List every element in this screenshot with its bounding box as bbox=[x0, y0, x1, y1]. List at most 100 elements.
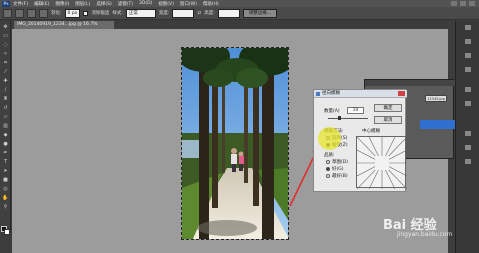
paths-panel-icon bbox=[465, 159, 471, 164]
history-brush-icon[interactable]: ↺ bbox=[2, 105, 9, 111]
healing-brush-icon[interactable]: ✚ bbox=[2, 78, 9, 84]
quality-label: 品质: bbox=[324, 153, 335, 158]
options-bar: 羽化: 0 px 消除锯齿 样式: 正常 宽度: ⇄ 高度: 调整边缘... bbox=[0, 7, 479, 20]
good-radio-label: 好(G) bbox=[332, 167, 344, 172]
dock-button-1[interactable] bbox=[458, 25, 478, 36]
style-select[interactable]: 正常 bbox=[125, 8, 156, 18]
history-panel-icon bbox=[465, 87, 471, 92]
draft-radio[interactable] bbox=[326, 160, 330, 164]
document-tab[interactable]: IMG_20140919_1234...jpg @ 16.7%(RGB/8) bbox=[14, 21, 114, 35]
blur-center-preview[interactable] bbox=[356, 136, 408, 190]
watermark-url: jingyan.baidu.com bbox=[397, 231, 453, 238]
photo-canvas[interactable] bbox=[181, 47, 289, 240]
layers-panel-header[interactable] bbox=[365, 80, 455, 86]
path-select-icon[interactable]: ➤ bbox=[2, 168, 9, 174]
pen-icon[interactable]: ✒ bbox=[2, 150, 9, 156]
amount-label: 数量(A) bbox=[324, 109, 340, 114]
style-label: 样式: bbox=[112, 11, 123, 16]
dodge-icon[interactable]: ● bbox=[2, 141, 9, 147]
antialias-label: 消除锯齿 bbox=[91, 11, 110, 16]
move-icon[interactable]: ✥ bbox=[2, 24, 9, 30]
feather-label: 羽化: bbox=[51, 11, 62, 16]
menu-bar: Ps 文件(F) 编辑(E) 图像(I) 图层(L) 选择(S) 滤镜(T) 3… bbox=[0, 0, 479, 7]
menu-view[interactable]: 视图(V) bbox=[158, 1, 174, 7]
dialog-title: 径向模糊 bbox=[322, 91, 340, 96]
zoom-preview-icon bbox=[356, 136, 408, 190]
menu-layer[interactable]: 图层(L) bbox=[75, 1, 90, 7]
best-radio-label: 最好(B) bbox=[332, 174, 348, 179]
zoom-icon[interactable]: ⚲ bbox=[2, 204, 9, 210]
background-color-swatch[interactable] bbox=[4, 229, 10, 235]
new-selection-icon[interactable] bbox=[15, 8, 24, 18]
menu-select[interactable]: 选择(S) bbox=[96, 1, 111, 7]
lasso-icon[interactable]: ◌ bbox=[2, 42, 9, 48]
feather-input[interactable]: 0 px bbox=[64, 8, 81, 18]
dock-button-5[interactable] bbox=[458, 87, 478, 98]
dock-button-7[interactable] bbox=[458, 131, 478, 142]
rectangle-marquee-icon[interactable]: ▭ bbox=[2, 33, 9, 39]
rectangle-marquee-icon[interactable] bbox=[3, 8, 12, 18]
dialog-title-bar[interactable]: 径向模糊 bbox=[314, 90, 407, 98]
dock-button-8[interactable] bbox=[458, 145, 478, 156]
eraser-icon[interactable]: ▱ bbox=[2, 114, 9, 120]
good-radio[interactable] bbox=[326, 167, 330, 171]
3d-rotate-icon[interactable]: ◎ bbox=[2, 186, 9, 192]
magic-wand-icon[interactable]: ✧ bbox=[2, 51, 9, 57]
eyedropper-icon[interactable]: ⁄ bbox=[2, 69, 9, 75]
swap-icon[interactable]: ⇄ bbox=[197, 11, 201, 16]
highlight-circle bbox=[318, 127, 341, 150]
menu-window[interactable]: 窗口(W) bbox=[180, 1, 197, 7]
panel-dock bbox=[455, 21, 479, 253]
width-input[interactable] bbox=[172, 8, 195, 18]
brush-icon[interactable]: ∕ bbox=[2, 87, 9, 93]
crop-icon[interactable]: ⌗ bbox=[2, 60, 9, 66]
window-controls bbox=[451, 1, 475, 6]
actions-panel-icon bbox=[465, 101, 471, 106]
menu-3d[interactable]: 3D(D) bbox=[139, 1, 152, 6]
height-input[interactable] bbox=[217, 8, 240, 18]
blur-center-label: 中心模糊 bbox=[362, 129, 380, 134]
type-icon[interactable]: T bbox=[2, 159, 9, 165]
width-label: 宽度: bbox=[158, 11, 170, 16]
maximize-icon[interactable] bbox=[460, 1, 466, 6]
height-label: 高度: bbox=[204, 11, 215, 16]
antialias-checkbox[interactable] bbox=[83, 10, 89, 16]
dock-button-2[interactable] bbox=[458, 39, 478, 50]
swatches-panel-icon bbox=[465, 39, 471, 44]
cancel-button[interactable]: 取消 bbox=[374, 116, 402, 124]
ok-button[interactable]: 确定 bbox=[374, 104, 402, 112]
layer-row-selected[interactable] bbox=[420, 120, 455, 129]
layers-panel-icon bbox=[465, 131, 471, 136]
best-radio[interactable] bbox=[326, 174, 330, 178]
blur-icon[interactable]: ◆ bbox=[2, 132, 9, 138]
dialog-close-icon[interactable] bbox=[398, 91, 405, 96]
close-icon[interactable] bbox=[469, 1, 475, 6]
subtract-selection-icon[interactable] bbox=[39, 8, 48, 18]
menu-image[interactable]: 图像(I) bbox=[55, 1, 69, 7]
amount-slider-track bbox=[328, 118, 368, 119]
quality-good-option[interactable]: 好(G) bbox=[326, 166, 344, 172]
hand-icon[interactable]: ✋ bbox=[2, 195, 9, 201]
palm-path-photo bbox=[182, 48, 288, 239]
add-selection-icon[interactable] bbox=[27, 8, 36, 18]
quality-draft-option[interactable]: 草图(D) bbox=[326, 159, 348, 165]
menu-filter[interactable]: 滤镜(T) bbox=[118, 1, 133, 7]
menu-edit[interactable]: 编辑(E) bbox=[34, 1, 49, 7]
dock-button-6[interactable] bbox=[458, 101, 478, 112]
amount-input[interactable]: 10 bbox=[347, 107, 364, 114]
gradient-icon[interactable]: ▥ bbox=[2, 123, 9, 129]
menu-file[interactable]: 文件(F) bbox=[13, 1, 28, 7]
layer-name: 12345.jpg bbox=[425, 95, 447, 102]
amount-slider-thumb[interactable] bbox=[338, 116, 341, 120]
quality-best-option[interactable]: 最好(B) bbox=[326, 173, 348, 179]
adjustments-panel-icon bbox=[465, 67, 471, 72]
clone-stamp-icon[interactable]: ♜ bbox=[2, 96, 9, 102]
draft-radio-label: 草图(D) bbox=[332, 160, 348, 165]
shape-icon[interactable]: ■ bbox=[2, 177, 9, 183]
minimize-icon[interactable] bbox=[451, 1, 457, 6]
dock-button-3[interactable] bbox=[458, 53, 478, 64]
dock-button-4[interactable] bbox=[458, 67, 478, 78]
menu-help[interactable]: 帮助(H) bbox=[203, 1, 219, 7]
refine-edge-button[interactable]: 调整边缘... bbox=[242, 8, 278, 18]
dock-button-9[interactable] bbox=[458, 159, 478, 170]
